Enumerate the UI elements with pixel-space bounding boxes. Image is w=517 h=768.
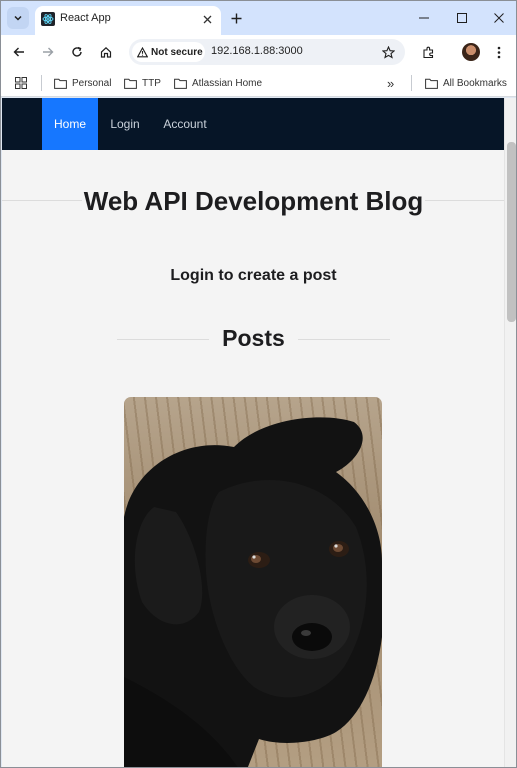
- bookmarks-bar: Personal TTP Atlassian Home » All Bookma…: [1, 69, 516, 97]
- bookmark-label: Personal: [72, 77, 112, 89]
- new-tab-button[interactable]: [227, 9, 245, 27]
- forward-button[interactable]: [38, 42, 58, 62]
- close-window-button[interactable]: [489, 8, 509, 28]
- profile-avatar[interactable]: [462, 43, 480, 61]
- nav-account[interactable]: Account: [154, 98, 216, 150]
- chevron-down-icon: [14, 15, 22, 21]
- apps-grid-icon: [15, 77, 27, 89]
- maximize-icon: [457, 13, 467, 23]
- post-image: [124, 417, 382, 767]
- tab-search-button[interactable]: [7, 7, 29, 29]
- security-chip[interactable]: Not secure: [132, 42, 205, 62]
- address-bar[interactable]: Not secure 192.168.1.88:3000: [129, 39, 405, 65]
- browser-tab[interactable]: React App: [35, 6, 221, 35]
- page-scrollbar[interactable]: [504, 98, 516, 767]
- folder-icon: [54, 78, 67, 89]
- minimize-icon: [419, 17, 429, 19]
- tab-strip: React App: [1, 1, 516, 35]
- bookmark-separator: [41, 75, 42, 91]
- close-icon: [203, 15, 211, 23]
- bookmarks-overflow-button[interactable]: »: [387, 74, 394, 92]
- tab-close-button[interactable]: [199, 11, 215, 27]
- folder-icon: [425, 78, 438, 89]
- reload-icon: [72, 46, 82, 57]
- bookmark-atlassian-home[interactable]: Atlassian Home: [174, 74, 262, 92]
- menu-button[interactable]: [489, 42, 509, 62]
- post-card[interactable]: [124, 397, 382, 767]
- nav-home[interactable]: Home: [42, 98, 98, 150]
- nav-account-label: Account: [163, 117, 207, 131]
- bookmark-ttp[interactable]: TTP: [124, 74, 161, 92]
- browser-window: React App Not secure 192.168.1.88:3000 P…: [0, 0, 517, 768]
- arrow-left-icon: [13, 47, 24, 57]
- url-text: 192.168.1.88:3000: [211, 45, 303, 57]
- home-button[interactable]: [96, 42, 116, 62]
- security-label: Not secure: [151, 46, 203, 58]
- nav-login-label: Login: [110, 117, 140, 131]
- more-vertical-icon: [497, 46, 501, 58]
- arrow-right-icon: [43, 47, 54, 57]
- login-prompt: Login to create a post: [170, 267, 337, 284]
- browser-toolbar: Not secure 192.168.1.88:3000: [1, 35, 516, 69]
- reload-button[interactable]: [67, 42, 87, 62]
- close-icon: [494, 13, 504, 23]
- site-title: Web API Development Blog: [83, 186, 424, 216]
- react-icon: [41, 12, 55, 26]
- page-viewport: Home Login Account Web API Development B…: [2, 98, 505, 767]
- maximize-button[interactable]: [452, 8, 472, 28]
- all-bookmarks-label: All Bookmarks: [443, 77, 507, 89]
- puzzle-icon: [422, 46, 433, 58]
- all-bookmarks-button[interactable]: All Bookmarks: [425, 74, 507, 92]
- home-icon: [100, 46, 112, 58]
- bookmark-label: Atlassian Home: [192, 77, 263, 89]
- scrollbar-thumb[interactable]: [507, 142, 516, 322]
- folder-icon: [174, 78, 187, 89]
- nav-home-label: Home: [53, 117, 86, 131]
- tab-title: React App: [60, 12, 111, 24]
- minimize-button[interactable]: [414, 8, 434, 28]
- extensions-button[interactable]: [418, 42, 438, 62]
- bookmark-label: TTP: [142, 77, 161, 89]
- apps-button[interactable]: [15, 74, 27, 92]
- folder-icon: [124, 78, 137, 89]
- plus-icon: [231, 13, 241, 23]
- posts-heading: Posts: [222, 325, 285, 351]
- bookmark-star-button[interactable]: [379, 43, 397, 61]
- bookmark-separator: [411, 75, 412, 91]
- site-navbar: Home Login Account: [2, 98, 505, 150]
- back-button[interactable]: [9, 42, 29, 62]
- nav-login[interactable]: Login: [102, 98, 148, 150]
- warning-icon: [137, 46, 148, 57]
- bookmark-personal[interactable]: Personal: [54, 74, 111, 92]
- star-icon: [381, 45, 395, 59]
- chevron-double-right-icon: »: [387, 75, 395, 91]
